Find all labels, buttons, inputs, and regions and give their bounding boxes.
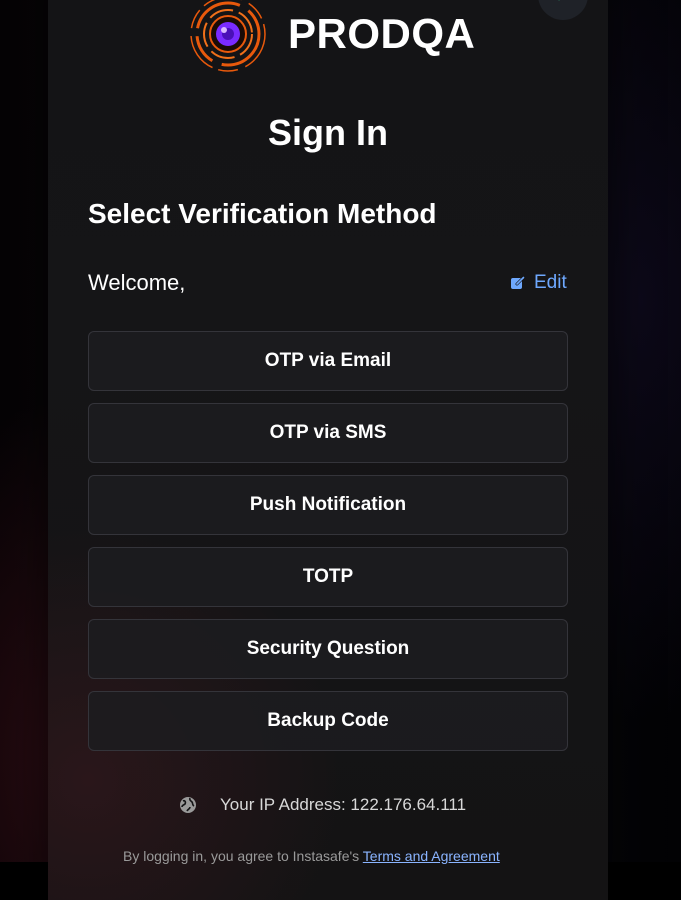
welcome-text: Welcome, [88, 270, 186, 295]
brand-name: PRODQA [288, 10, 476, 57]
security-question-button[interactable]: Security Question [88, 619, 568, 679]
edit-icon [511, 276, 525, 289]
totp-button[interactable]: TOTP [88, 547, 568, 607]
otp-sms-button[interactable]: OTP via SMS [88, 403, 568, 463]
edit-link[interactable]: Edit [510, 272, 567, 294]
page-title: Sign In [268, 112, 388, 153]
edit-label: Edit [534, 272, 567, 293]
eye-orbit-logo-icon [188, 0, 268, 74]
verification-method-list: OTP via Email OTP via SMS Push Notificat… [88, 331, 568, 763]
arrow-icon [558, 0, 560, 1]
otp-email-button[interactable]: OTP via Email [88, 331, 568, 391]
push-notification-button[interactable]: Push Notification [88, 475, 568, 535]
ip-address-text: Your IP Address: 122.176.64.111 [220, 795, 467, 814]
ip-address-row: Your IP Address: 122.176.64.111 [178, 795, 466, 815]
brand-header: PRODQA [188, 0, 475, 74]
backup-code-button[interactable]: Backup Code [88, 691, 568, 751]
globe-icon [180, 797, 196, 813]
verification-heading: Select Verification Method [88, 198, 437, 229]
